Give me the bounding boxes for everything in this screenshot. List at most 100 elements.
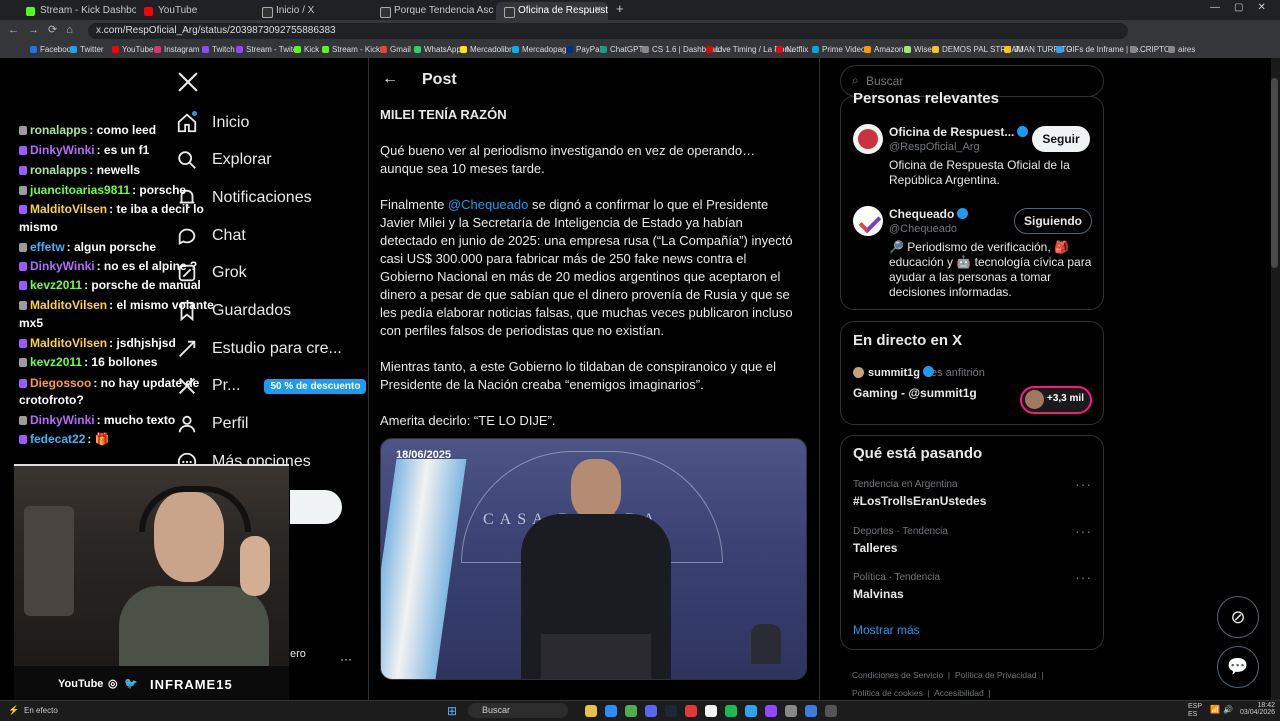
chat-username[interactable]: kevz2011	[30, 355, 82, 369]
chat-username[interactable]: effetw	[30, 240, 65, 254]
bookmark-item[interactable]: Mercadolibre	[460, 45, 516, 54]
back-arrow-icon[interactable]: ←	[382, 70, 398, 88]
messages-icon[interactable]: 💬	[1217, 646, 1259, 688]
taskbar-search-input[interactable]: Buscar	[482, 705, 510, 715]
show-more-link[interactable]: Mostrar más	[853, 623, 920, 637]
nav-arrows-icon[interactable]: ←→⟳⌂	[8, 23, 82, 36]
nav-item-home[interactable]: Inicio	[176, 106, 249, 140]
person-name[interactable]: Chequeado	[889, 207, 969, 221]
bookmark-item[interactable]: WhatsApp	[414, 45, 461, 54]
footer-link[interactable]: Política de cookies	[852, 688, 923, 698]
chat-username[interactable]: MalditoVilsen	[30, 202, 107, 216]
browser-tab[interactable]: YouTube	[136, 2, 254, 20]
footer-link[interactable]: Accesibilidad	[934, 688, 984, 698]
language-indicator[interactable]: ESP ES	[1188, 703, 1202, 719]
steam-icon[interactable]	[665, 705, 677, 717]
app-icon[interactable]	[805, 705, 817, 717]
edge-icon[interactable]	[605, 705, 617, 717]
trend-name[interactable]: Talleres	[853, 541, 897, 555]
post-video[interactable]: 18/06/2025 CASA ROSADA	[380, 438, 807, 680]
windows-start-icon[interactable]: ⊞	[447, 704, 457, 718]
nav-item-explore[interactable]: Explorar	[176, 143, 272, 177]
live-listeners-badge[interactable]: +3,3 mil	[1020, 386, 1092, 414]
app-icon[interactable]	[825, 705, 837, 717]
app-icon[interactable]	[685, 705, 697, 717]
trend-name[interactable]: #LosTrollsEranUstedes	[853, 494, 986, 508]
browser-tab[interactable]: Inicio / X	[254, 2, 372, 20]
bookmark-item[interactable]: PayPal	[566, 45, 601, 54]
scrollbar[interactable]	[1271, 58, 1280, 700]
footer-link[interactable]: Condiciones de Servicio	[852, 670, 943, 680]
bookmark-item[interactable]: Mercadopago	[512, 45, 571, 54]
grok-icon[interactable]: ⊘	[1217, 596, 1259, 638]
bookmark-item[interactable]: YouTube	[112, 45, 153, 54]
bookmark-item[interactable]: CRIPTO	[1130, 45, 1170, 54]
following-button[interactable]: Siguiendo	[1014, 208, 1092, 234]
bookmark-item[interactable]: ChatGPT	[600, 45, 643, 54]
taskbar-search[interactable]: Buscar	[468, 703, 568, 718]
bookmark-item[interactable]: Amazon.	[864, 45, 906, 54]
avatar[interactable]	[853, 206, 883, 236]
bookmark-item[interactable]: Facebook	[30, 45, 75, 54]
bookmark-item[interactable]: Twitter	[70, 45, 104, 54]
chat-username[interactable]: fedecat22	[30, 432, 85, 446]
nav-item-creator-studio[interactable]: Estudio para cre...	[176, 332, 342, 366]
chat-username[interactable]: ronalapps	[30, 163, 87, 177]
discord-icon[interactable]	[645, 705, 657, 717]
account-more-icon[interactable]: ···	[340, 652, 352, 666]
trend-name[interactable]: Malvinas	[853, 587, 904, 601]
post-button[interactable]	[290, 490, 342, 524]
browser-tab-active[interactable]: Oficina de Respuesta Oficial✕	[496, 2, 608, 20]
chat-username[interactable]: MalditoVilsen	[30, 336, 107, 350]
chrome-icon[interactable]	[625, 705, 637, 717]
live-space-name[interactable]: Gaming - @summit1g	[853, 386, 977, 400]
footer-link[interactable]: Política de Privacidad	[955, 670, 1037, 680]
close-icon[interactable]: ✕	[594, 2, 602, 20]
file-explorer-icon[interactable]	[585, 705, 597, 717]
trend-more-icon[interactable]: ···	[1075, 476, 1092, 492]
person-handle[interactable]: @RespOficial_Arg	[889, 141, 980, 153]
app-icon[interactable]	[705, 705, 717, 717]
chat-username[interactable]: MalditoVilsen	[30, 298, 107, 312]
new-tab-button[interactable]: +	[616, 1, 624, 16]
nav-item-profile[interactable]: Perfil	[176, 407, 248, 441]
trend-more-icon[interactable]: ···	[1075, 523, 1092, 539]
x-logo-icon[interactable]	[177, 71, 199, 93]
app-icon[interactable]	[745, 705, 757, 717]
live-host-name[interactable]: summit1g	[868, 366, 934, 379]
clock[interactable]: 18:42 03/04/2026	[1240, 702, 1275, 716]
bookmark-item[interactable]: aires	[1168, 45, 1195, 54]
chat-username[interactable]: DinkyWinki	[30, 143, 95, 157]
chat-username[interactable]: ronalapps	[30, 123, 87, 137]
nav-item-chat[interactable]: Chat	[176, 219, 246, 253]
app-icon[interactable]	[785, 705, 797, 717]
premium-discount-badge[interactable]: 50 % de descuento	[264, 378, 367, 394]
bookmark-item[interactable]: Netflix	[776, 45, 808, 54]
bookmark-item[interactable]: Kick	[294, 45, 319, 54]
twitch-icon[interactable]	[765, 705, 777, 717]
avatar[interactable]	[853, 124, 883, 154]
window-controls[interactable]: —▢✕	[1210, 2, 1280, 13]
nav-item-premium[interactable]: Pr... 50 % de descuento	[176, 369, 367, 403]
chat-username[interactable]: DinkyWinki	[30, 259, 95, 273]
bookmark-item[interactable]: Prime Video	[812, 45, 865, 54]
bookmark-item[interactable]: Twitch	[202, 45, 235, 54]
mention-link[interactable]: @Chequeado	[448, 197, 528, 212]
tray-icons[interactable]: 📶🔊	[1210, 705, 1236, 714]
browser-tab[interactable]: Stream - Kick Dashboard	[18, 2, 136, 20]
trend-more-icon[interactable]: ···	[1075, 569, 1092, 585]
chat-username[interactable]: Diegossoo	[30, 376, 91, 390]
bookmark-item[interactable]: Gmail	[380, 45, 411, 54]
url-field[interactable]: x.com/RespOficial_Arg/status/20398730927…	[88, 23, 1128, 39]
bookmark-item[interactable]: Wise	[904, 45, 932, 54]
bookmark-item[interactable]: Stream - Kick	[322, 45, 380, 54]
chat-username[interactable]: juancitoarias9811	[30, 183, 130, 197]
bookmark-item[interactable]: Stream - Twitch	[236, 45, 301, 54]
browser-tab[interactable]: Porque Tendencia Ascenso en X	[372, 2, 494, 20]
search-input[interactable]: Buscar	[866, 74, 903, 88]
chat-username[interactable]: DinkyWinki	[30, 413, 95, 427]
chat-username[interactable]: kevz2011	[30, 278, 82, 292]
person-name[interactable]: Oficina de Respuest...	[889, 125, 1029, 139]
follow-button[interactable]: Seguir	[1032, 126, 1090, 152]
bookmark-item[interactable]: Instagram	[154, 45, 200, 54]
